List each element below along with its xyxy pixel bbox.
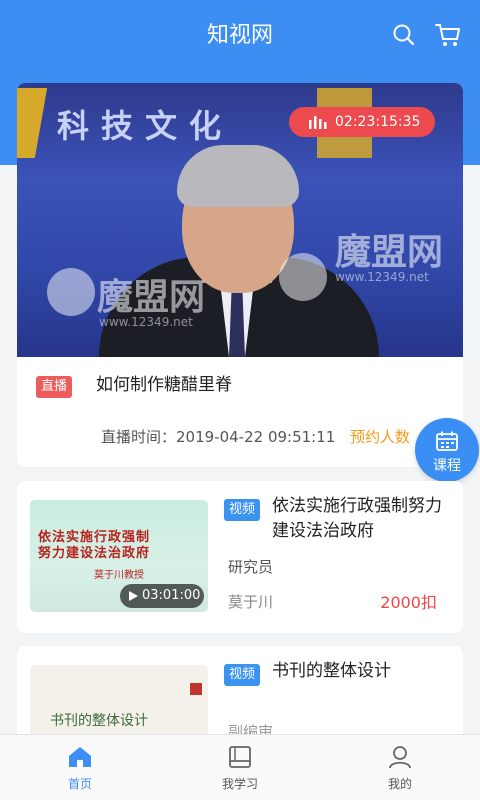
thumb-caption: 莫于川教授: [94, 570, 144, 581]
tab-label: 我的: [387, 777, 412, 791]
live-countdown: 02:23:15:35: [289, 107, 435, 137]
course-card[interactable]: 依法实施行政强制 努力建设法治政府 莫于川教授 03:01:00 视频 依法实施…: [17, 481, 463, 633]
banner-text: 科技文化: [57, 107, 234, 145]
thumb-line: 努力建设法治政府: [38, 546, 151, 561]
thumb-line: 依法实施行政强制: [38, 530, 151, 545]
watermark-logo-icon: [279, 253, 327, 301]
duration-text: 03:01:00: [142, 588, 201, 603]
cart-icon[interactable]: [434, 22, 462, 48]
live-badge: 直播: [36, 376, 73, 398]
course-float-label: 课程: [433, 458, 461, 474]
thumb-text: 书刊的整体设计: [50, 713, 148, 729]
tab-label: 首页: [67, 777, 92, 791]
video-badge: 视频: [224, 499, 261, 521]
reserve-count[interactable]: 预约人数: [350, 425, 410, 449]
tab-study[interactable]: 我学习: [160, 735, 320, 800]
watermark-url: www.12349.net: [335, 270, 429, 284]
live-timer-text: 02:23:15:35: [335, 114, 421, 130]
tab-mine[interactable]: 我的: [320, 735, 480, 800]
watermark-logo-icon: [47, 268, 95, 316]
video-duration: 03:01:00: [120, 584, 204, 608]
user-icon: [389, 746, 411, 769]
video-badge: 视频: [224, 664, 261, 686]
home-icon: [69, 747, 91, 767]
calendar-icon: [436, 431, 458, 451]
live-card[interactable]: 科技文化 魔盟网 www.12349.net 魔盟网 www.12349.net…: [17, 83, 463, 467]
play-icon: [129, 591, 138, 601]
course-title[interactable]: 依法实施行政强制努力建设法治政府: [272, 494, 452, 544]
seal-icon: [190, 683, 202, 695]
tab-label: 我学习: [221, 777, 258, 791]
watermark-text: 魔盟网: [335, 232, 444, 273]
tab-home[interactable]: 首页: [0, 735, 160, 800]
course-author: 莫于川: [228, 593, 274, 611]
course-thumbnail[interactable]: 依法实施行政强制 努力建设法治政府 莫于川教授 03:01:00: [30, 500, 208, 612]
course-role: 研究员: [228, 558, 274, 576]
search-icon[interactable]: [391, 22, 417, 48]
live-bars-icon: [309, 116, 327, 129]
live-title[interactable]: 如何制作糖醋里脊: [96, 371, 232, 399]
live-time: 直播时间：2019-04-22 09:51:11: [101, 428, 336, 446]
live-thumbnail[interactable]: 科技文化 魔盟网 www.12349.net 魔盟网 www.12349.net…: [17, 83, 463, 357]
book-icon: [229, 746, 251, 768]
watermark-text: 魔盟网: [97, 277, 206, 318]
course-price: 2000扣: [380, 593, 437, 612]
course-float-button[interactable]: 课程: [415, 418, 479, 482]
course-title[interactable]: 书刊的整体设计: [272, 659, 452, 684]
watermark-url: www.12349.net: [99, 315, 193, 329]
bottom-tab-bar: 首页 我学习 我的: [0, 734, 480, 800]
